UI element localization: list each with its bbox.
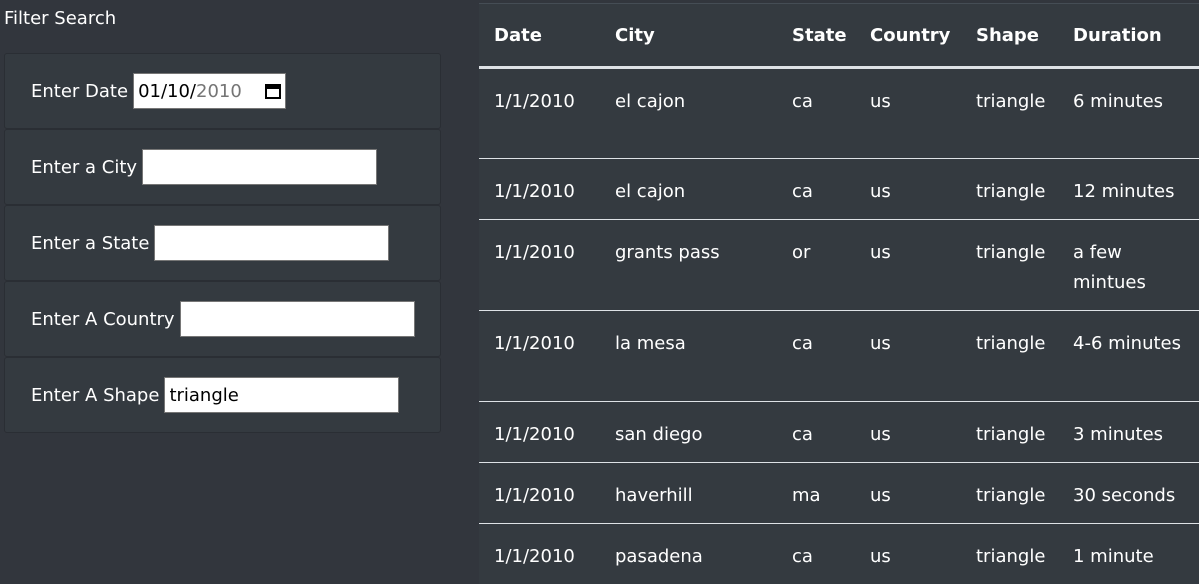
filter-title: Filter Search	[4, 8, 117, 29]
cell-city: haverhill	[600, 462, 777, 524]
cell-shape: triangle	[961, 158, 1058, 220]
header-duration: Duration	[1058, 3, 1199, 69]
filter-item-city: Enter a City	[4, 129, 441, 205]
cell-duration: 3 minutes	[1058, 401, 1199, 463]
date-value-mdy: 01/10/	[138, 80, 196, 102]
city-input[interactable]	[142, 149, 378, 185]
cell-shape: triangle	[961, 462, 1058, 524]
state-input[interactable]	[154, 225, 390, 261]
filter-list: Enter Date 01/10/2010 Enter a City Enter…	[4, 53, 441, 433]
cell-country: us	[855, 158, 961, 220]
state-label: Enter a State	[31, 232, 150, 254]
table-row: 1/1/2010 el cajon ca us triangle 6 minut…	[479, 68, 1199, 159]
cell-state: ca	[792, 91, 813, 112]
cell-shape: triangle	[961, 523, 1058, 584]
table-row: 1/1/2010 san diego ca us triangle 3 minu…	[479, 401, 1199, 463]
filter-item-state: Enter a State	[4, 205, 441, 281]
cell-country: us	[855, 219, 961, 311]
sightings-table-container: Date City State Country Shape Duration 1…	[479, 3, 1199, 584]
cell-state: ca	[777, 523, 855, 584]
cell-date: 1/1/2010	[479, 401, 600, 463]
table-header: Date City State Country Shape Duration	[479, 3, 1199, 69]
header-state: State	[777, 3, 855, 69]
cell-country: us	[855, 401, 961, 463]
header-shape: Shape	[961, 3, 1058, 69]
cell-city: el cajon	[600, 158, 777, 220]
cell-country: us	[855, 462, 961, 524]
cell-state: ca	[777, 310, 855, 402]
cell-city: la mesa	[600, 310, 777, 402]
cell-shape: triangle	[961, 401, 1058, 463]
cell-date: 1/1/2010	[494, 91, 575, 112]
cell-duration: 12 minutes	[1058, 158, 1199, 220]
cell-city: pasadena	[600, 523, 777, 584]
cell-shape: triangle	[961, 310, 1058, 402]
cell-duration: 1 minute	[1058, 523, 1199, 584]
filter-item-shape: Enter A Shape	[4, 357, 441, 433]
table-body: 1/1/2010 el cajon ca us triangle 6 minut…	[479, 68, 1199, 584]
cell-duration: 4-6 minutes	[1058, 310, 1199, 402]
cell-country: us	[870, 91, 891, 112]
shape-label: Enter A Shape	[31, 384, 160, 406]
filter-item-date: Enter Date 01/10/2010	[4, 53, 441, 129]
cell-date: 1/1/2010	[479, 523, 600, 584]
cell-duration: 6 minutes	[1073, 91, 1164, 112]
city-label: Enter a City	[31, 156, 138, 178]
cell-state: ma	[777, 462, 855, 524]
cell-date: 1/1/2010	[479, 158, 600, 220]
shape-input[interactable]	[164, 377, 400, 413]
cell-duration: a few mintues	[1058, 219, 1199, 311]
date-input[interactable]: 01/10/2010	[133, 73, 287, 109]
cell-country: us	[855, 310, 961, 402]
header-city: City	[600, 3, 777, 69]
date-label: Enter Date	[31, 80, 129, 102]
table-row: 1/1/2010 pasadena ca us triangle 1 minut…	[479, 523, 1199, 584]
cell-state: ca	[777, 401, 855, 463]
table-row: 1/1/2010 haverhill ma us triangle 30 sec…	[479, 462, 1199, 524]
country-label: Enter A Country	[31, 308, 175, 330]
cell-state: ca	[777, 158, 855, 220]
ufo-sightings-page: Filter Search Enter Date 01/10/2010 Ente…	[0, 0, 1199, 584]
cell-duration: 30 seconds	[1058, 462, 1199, 524]
cell-date: 1/1/2010	[479, 310, 600, 402]
cell-city: san diego	[600, 401, 777, 463]
cell-city: el cajon	[615, 91, 686, 112]
header-country: Country	[855, 3, 961, 69]
cell-shape: triangle	[976, 91, 1046, 112]
cell-date: 1/1/2010	[479, 219, 600, 311]
date-value-year: 2010	[196, 80, 242, 102]
header-date: Date	[479, 3, 600, 69]
cell-country: us	[855, 523, 961, 584]
calendar-icon[interactable]	[265, 83, 282, 99]
cell-state: or	[777, 219, 855, 311]
filter-item-country: Enter A Country	[4, 281, 441, 357]
table-row: 1/1/2010 el cajon ca us triangle 12 minu…	[479, 158, 1199, 220]
header-row: Date City State Country Shape Duration	[479, 3, 1199, 69]
cell-date: 1/1/2010	[479, 462, 600, 524]
table-row: 1/1/2010 la mesa ca us triangle 4-6 minu…	[479, 310, 1199, 402]
table-row: 1/1/2010 grants pass or us triangle a fe…	[479, 219, 1199, 311]
cell-shape: triangle	[961, 219, 1058, 311]
sightings-table: Date City State Country Shape Duration 1…	[479, 3, 1199, 584]
country-input[interactable]	[179, 301, 415, 337]
cell-city: grants pass	[600, 219, 777, 311]
